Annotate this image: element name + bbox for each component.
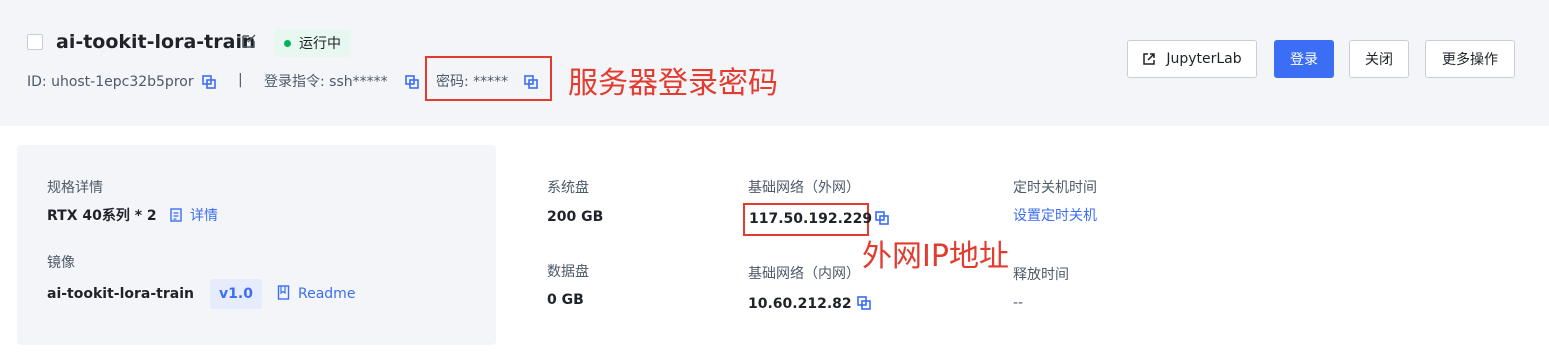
spec-card [17,145,496,345]
running-dot-icon [284,39,291,47]
data-disk-value: 0 GB [547,292,584,308]
document-icon[interactable] [170,208,182,222]
jupyterlab-label: JupyterLab [1166,51,1242,67]
image-value: ai-tookit-lora-train [47,286,194,302]
shutdown-label: 定时关机时间 [1013,180,1097,196]
book-icon[interactable] [277,285,290,300]
data-disk-label: 数据盘 [547,264,589,280]
system-disk-label: 系统盘 [547,180,589,196]
status-badge: 运行中 [274,29,351,57]
login-button[interactable]: 登录 [1274,40,1334,78]
copy-login-icon[interactable] [405,75,419,89]
private-network-label: 基础网络（内网） [748,266,860,282]
readme-link[interactable]: Readme [298,284,355,304]
public-network-label: 基础网络（外网） [748,180,860,196]
jupyterlab-button[interactable]: JupyterLab [1127,40,1257,78]
private-ip: 10.60.212.82 [748,296,852,312]
release-value: -- [1013,295,1024,311]
close-button[interactable]: 关闭 [1349,40,1409,78]
copy-private-ip-icon[interactable] [857,296,871,310]
spec-value: RTX 40系列 * 2 [47,208,157,224]
password-annotation: 服务器登录密码 [568,66,778,101]
status-text: 运行中 [299,36,341,52]
ip-annotation: 外网IP地址 [862,239,1009,274]
copy-id-icon[interactable] [202,75,216,89]
image-version-badge: v1.0 [210,279,262,309]
image-label: 镜像 [47,255,75,271]
password-text: 密码: ***** [436,74,509,90]
system-disk-value: 200 GB [547,209,604,225]
copy-public-ip-icon[interactable] [875,211,889,225]
instance-title: ai-tookit-lora-train [56,31,256,53]
login-command: 登录指令: ssh***** [264,74,388,90]
more-actions-button[interactable]: 更多操作 [1425,40,1515,78]
release-label: 释放时间 [1013,267,1069,283]
edit-icon[interactable] [240,32,258,50]
spec-label: 规格详情 [47,180,103,196]
public-ip: 117.50.192.229 [749,211,873,227]
external-link-icon [1143,53,1156,65]
spec-detail-link[interactable]: 详情 [190,206,218,226]
select-checkbox[interactable] [27,34,43,50]
meta-divider: | [238,72,243,88]
copy-password-icon[interactable] [524,75,538,89]
set-shutdown-link[interactable]: 设置定时关机 [1013,206,1097,226]
instance-id: ID: uhost-1epc32b5pror [27,74,194,90]
